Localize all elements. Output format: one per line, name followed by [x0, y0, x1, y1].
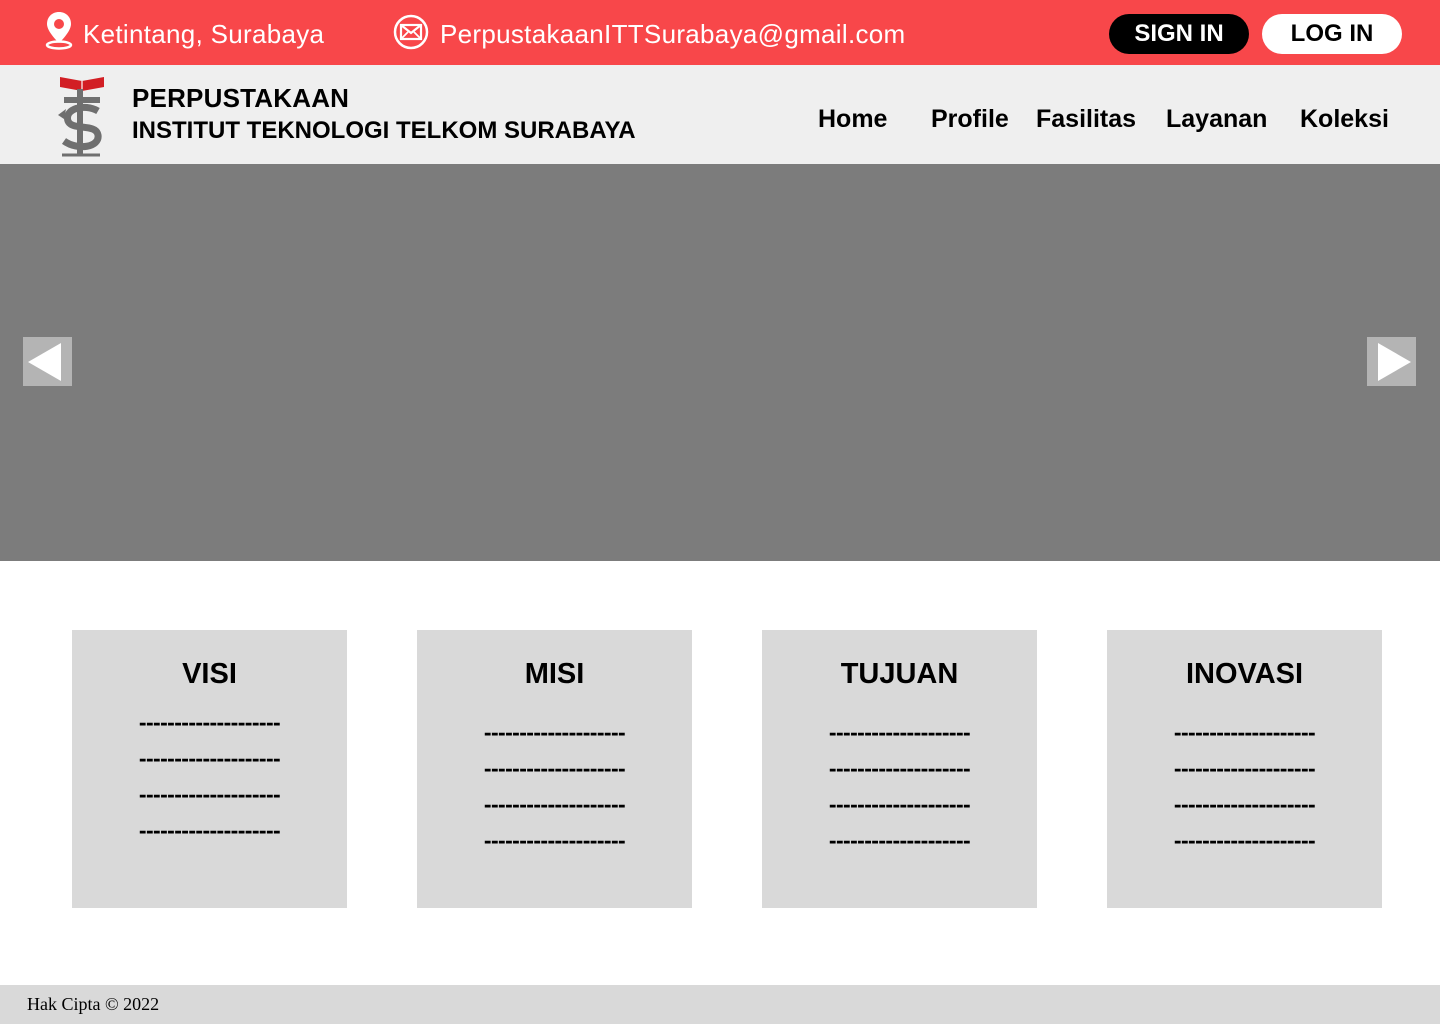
- card-line: --------------------: [138, 709, 281, 735]
- card-line: --------------------: [138, 781, 281, 807]
- nav-fasilitas[interactable]: Fasilitas: [1036, 105, 1136, 134]
- brand-title: PERPUSTAKAAN: [132, 83, 350, 113]
- copyright-text: Hak Cipta © 2022: [27, 994, 160, 1014]
- card-line: --------------------: [138, 745, 281, 771]
- card-title: MISI: [524, 658, 585, 690]
- carousel-prev-button[interactable]: [23, 337, 72, 386]
- card-line: --------------------: [828, 791, 971, 817]
- card-tujuan: TUJUAN -------------------- ------------…: [762, 630, 1037, 908]
- card-body: -------------------- -------------------…: [72, 704, 347, 848]
- nav-profile[interactable]: Profile: [931, 105, 1009, 134]
- card-line: --------------------: [1173, 755, 1316, 781]
- card-line: --------------------: [483, 791, 626, 817]
- card-title: TUJUAN: [840, 658, 959, 690]
- card-line: --------------------: [483, 755, 626, 781]
- email-text[interactable]: PerpustakaanITTSurabaya@gmail.com: [440, 19, 906, 50]
- top-bar: Ketintang, Surabaya PerpustakaanITTSurab…: [0, 0, 1440, 65]
- card-inovasi: INOVASI -------------------- -----------…: [1107, 630, 1382, 908]
- sign-in-button[interactable]: SIGN IN: [1109, 14, 1249, 54]
- nav-layanan[interactable]: Layanan: [1166, 105, 1267, 134]
- mail-icon: [393, 14, 429, 55]
- header-navbar: PERPUSTAKAAN INSTITUT TEKNOLOGI TELKOM S…: [0, 65, 1440, 164]
- nav-koleksi[interactable]: Koleksi: [1300, 105, 1389, 134]
- location-text: Ketintang, Surabaya: [83, 19, 325, 49]
- card-line: --------------------: [828, 827, 971, 853]
- card-line: --------------------: [483, 719, 626, 745]
- card-line: --------------------: [138, 817, 281, 843]
- card-line: --------------------: [483, 827, 626, 853]
- card-body: -------------------- -------------------…: [1107, 714, 1382, 858]
- card-title: INOVASI: [1185, 658, 1304, 690]
- footer: Hak Cipta © 2022: [0, 985, 1440, 1024]
- carousel-next-button[interactable]: [1367, 337, 1416, 386]
- card-body: -------------------- -------------------…: [417, 714, 692, 858]
- card-line: --------------------: [828, 755, 971, 781]
- card-line: --------------------: [1173, 791, 1316, 817]
- card-title: VISI: [182, 658, 237, 690]
- card-line: --------------------: [1173, 827, 1316, 853]
- log-in-button[interactable]: LOG IN: [1262, 14, 1402, 54]
- location-pin-icon: [44, 10, 74, 50]
- hero-carousel: [0, 164, 1440, 561]
- card-visi: VISI -------------------- --------------…: [72, 630, 347, 908]
- library-logo[interactable]: [54, 75, 110, 162]
- card-body: -------------------- -------------------…: [762, 714, 1037, 858]
- nav-home[interactable]: Home: [818, 105, 887, 134]
- brand-subtitle: INSTITUT TEKNOLOGI TELKOM SURABAYA: [132, 117, 636, 144]
- card-misi: MISI -------------------- --------------…: [417, 630, 692, 908]
- card-line: --------------------: [828, 719, 971, 745]
- card-line: --------------------: [1173, 719, 1316, 745]
